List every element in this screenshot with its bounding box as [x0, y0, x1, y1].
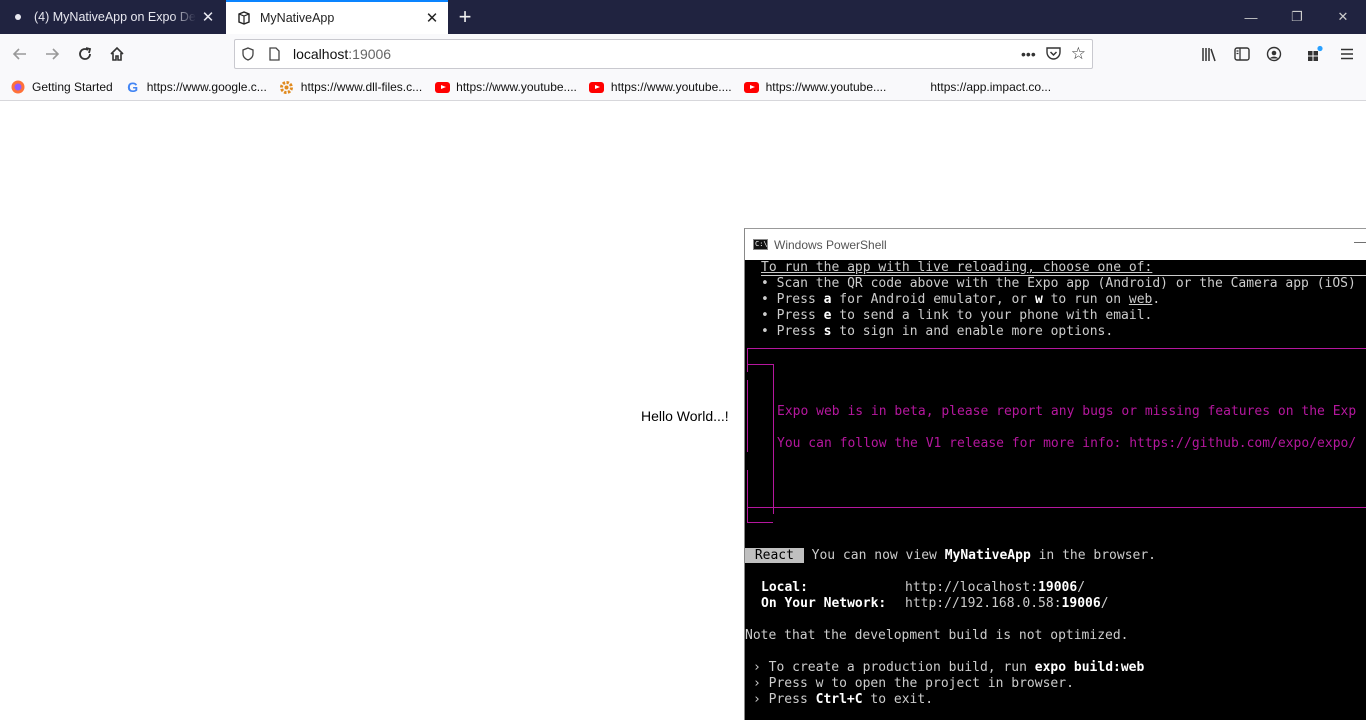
shield-icon[interactable] — [235, 47, 261, 61]
minimize-icon[interactable]: — — [1354, 233, 1366, 249]
console-line: Local: — [761, 580, 808, 595]
youtube-icon — [744, 79, 760, 95]
tab-mynativeapp[interactable]: MyNativeApp ✕ — [226, 0, 448, 34]
console-line: › Press Ctrl+C to exit. — [753, 692, 934, 707]
console-line: • Press a for Android emulator, or w to … — [761, 292, 1161, 307]
bookmark-youtube-3[interactable]: https://www.youtube.... — [744, 79, 887, 95]
restore-button[interactable]: ❐ — [1274, 0, 1320, 34]
console-line: On Your Network: — [761, 596, 887, 611]
bookmark-star-icon[interactable]: ☆ — [1071, 44, 1086, 64]
bookmark-label: Getting Started — [32, 80, 113, 94]
account-icon[interactable] — [1259, 39, 1289, 69]
bookmark-getting-started[interactable]: Getting Started — [10, 79, 113, 95]
close-tab-icon[interactable]: ✕ — [196, 5, 220, 29]
bookmark-label: https://www.youtube.... — [456, 80, 577, 94]
home-button[interactable] — [102, 39, 132, 69]
box-border — [747, 364, 773, 365]
react-badge: React — [745, 548, 804, 563]
console-line: http://192.168.0.58:19006/ — [905, 596, 1109, 611]
bookmarks-toolbar: Getting Started G https://www.google.c..… — [0, 74, 1366, 101]
powershell-icon: C:\ — [753, 239, 768, 250]
close-window-button[interactable]: ✕ — [1320, 0, 1366, 34]
bookmark-label: https://www.google.c... — [146, 80, 267, 94]
firefox-icon — [10, 79, 26, 95]
url-port: :19006 — [348, 46, 392, 62]
navigation-toolbar: localhost:19006 ••• ☆ — [0, 34, 1366, 74]
console-output[interactable]: To run the app with live reloading, choo… — [745, 260, 1366, 721]
reload-button[interactable] — [70, 39, 100, 69]
forward-button[interactable] — [37, 39, 67, 69]
console-line: http://localhost:19006/ — [905, 580, 1086, 595]
youtube-icon — [589, 79, 605, 95]
expo-icon — [236, 10, 252, 26]
box-border — [747, 348, 1366, 349]
console-line: • Scan the QR code above with the Expo a… — [761, 276, 1356, 291]
box-border — [747, 470, 748, 522]
bookmark-youtube-1[interactable]: https://www.youtube.... — [434, 79, 577, 95]
box-border — [747, 507, 1366, 508]
bookmark-label: https://www.youtube.... — [765, 80, 887, 94]
tab-expo-devtools[interactable]: (4) MyNativeApp on Expo Deve ✕ — [0, 0, 224, 34]
dll-files-icon — [279, 79, 295, 95]
tab-title: (4) MyNativeApp on Expo Deve — [34, 10, 196, 24]
blank-icon — [908, 79, 924, 95]
hello-world-text: Hello World...! — [641, 408, 729, 424]
console-line: Expo web is in beta, please report any b… — [777, 404, 1357, 419]
bookmark-label: https://app.impact.co... — [930, 80, 1052, 94]
box-border — [773, 364, 774, 514]
box-border — [747, 380, 748, 452]
extensions-icon[interactable] — [1300, 39, 1330, 69]
google-icon: G — [127, 79, 139, 95]
console-line: • Press s to sign in and enable more opt… — [761, 324, 1114, 339]
minimize-button[interactable]: — — [1228, 0, 1274, 34]
box-border — [747, 522, 773, 523]
bookmark-impact[interactable]: https://app.impact.co... — [908, 79, 1051, 95]
tab-title: MyNativeApp — [260, 11, 335, 25]
powershell-window[interactable]: C:\ Windows PowerShell — To run the app … — [744, 228, 1366, 720]
back-button[interactable] — [5, 39, 35, 69]
page-info-icon[interactable] — [261, 47, 287, 61]
close-tab-icon[interactable]: ✕ — [420, 6, 444, 30]
console-line: › Press w to open the project in browser… — [753, 676, 1074, 691]
menu-icon[interactable] — [1332, 39, 1362, 69]
library-icon[interactable] — [1195, 39, 1225, 69]
console-line: To run the app with live reloading, choo… — [761, 260, 1153, 275]
bookmark-dll-files[interactable]: https://www.dll-files.c... — [279, 79, 422, 95]
console-line: React You can now view MyNativeApp in th… — [745, 548, 1157, 563]
bookmark-label: https://www.dll-files.c... — [300, 80, 423, 94]
console-line: You can follow the V1 release for more i… — [777, 436, 1357, 451]
address-bar[interactable]: localhost:19006 ••• ☆ — [234, 39, 1093, 69]
bookmark-label: https://www.youtube.... — [610, 80, 732, 94]
bookmark-google[interactable]: G https://www.google.c... — [125, 79, 267, 95]
page-actions-icon[interactable]: ••• — [1021, 46, 1036, 62]
console-line: • Press e to send a link to your phone w… — [761, 308, 1153, 323]
url-host: localhost — [293, 46, 349, 62]
console-line: › To create a production build, run expo… — [753, 660, 1145, 675]
dot-icon — [10, 9, 26, 25]
powershell-titlebar[interactable]: C:\ Windows PowerShell — — [745, 229, 1366, 260]
console-line: Note that the development build is not o… — [745, 628, 1129, 643]
powershell-title: Windows PowerShell — [774, 237, 887, 252]
youtube-icon — [434, 79, 450, 95]
box-border — [747, 348, 748, 372]
url-actions: ••• ☆ — [1021, 40, 1086, 68]
pocket-icon[interactable] — [1046, 46, 1061, 63]
new-tab-button[interactable]: + — [452, 4, 478, 30]
sidebar-icon[interactable] — [1227, 39, 1257, 69]
bookmark-youtube-2[interactable]: https://www.youtube.... — [589, 79, 732, 95]
tab-strip: (4) MyNativeApp on Expo Deve ✕ MyNativeA… — [0, 0, 1366, 34]
url-text[interactable]: localhost:19006 — [293, 46, 391, 62]
